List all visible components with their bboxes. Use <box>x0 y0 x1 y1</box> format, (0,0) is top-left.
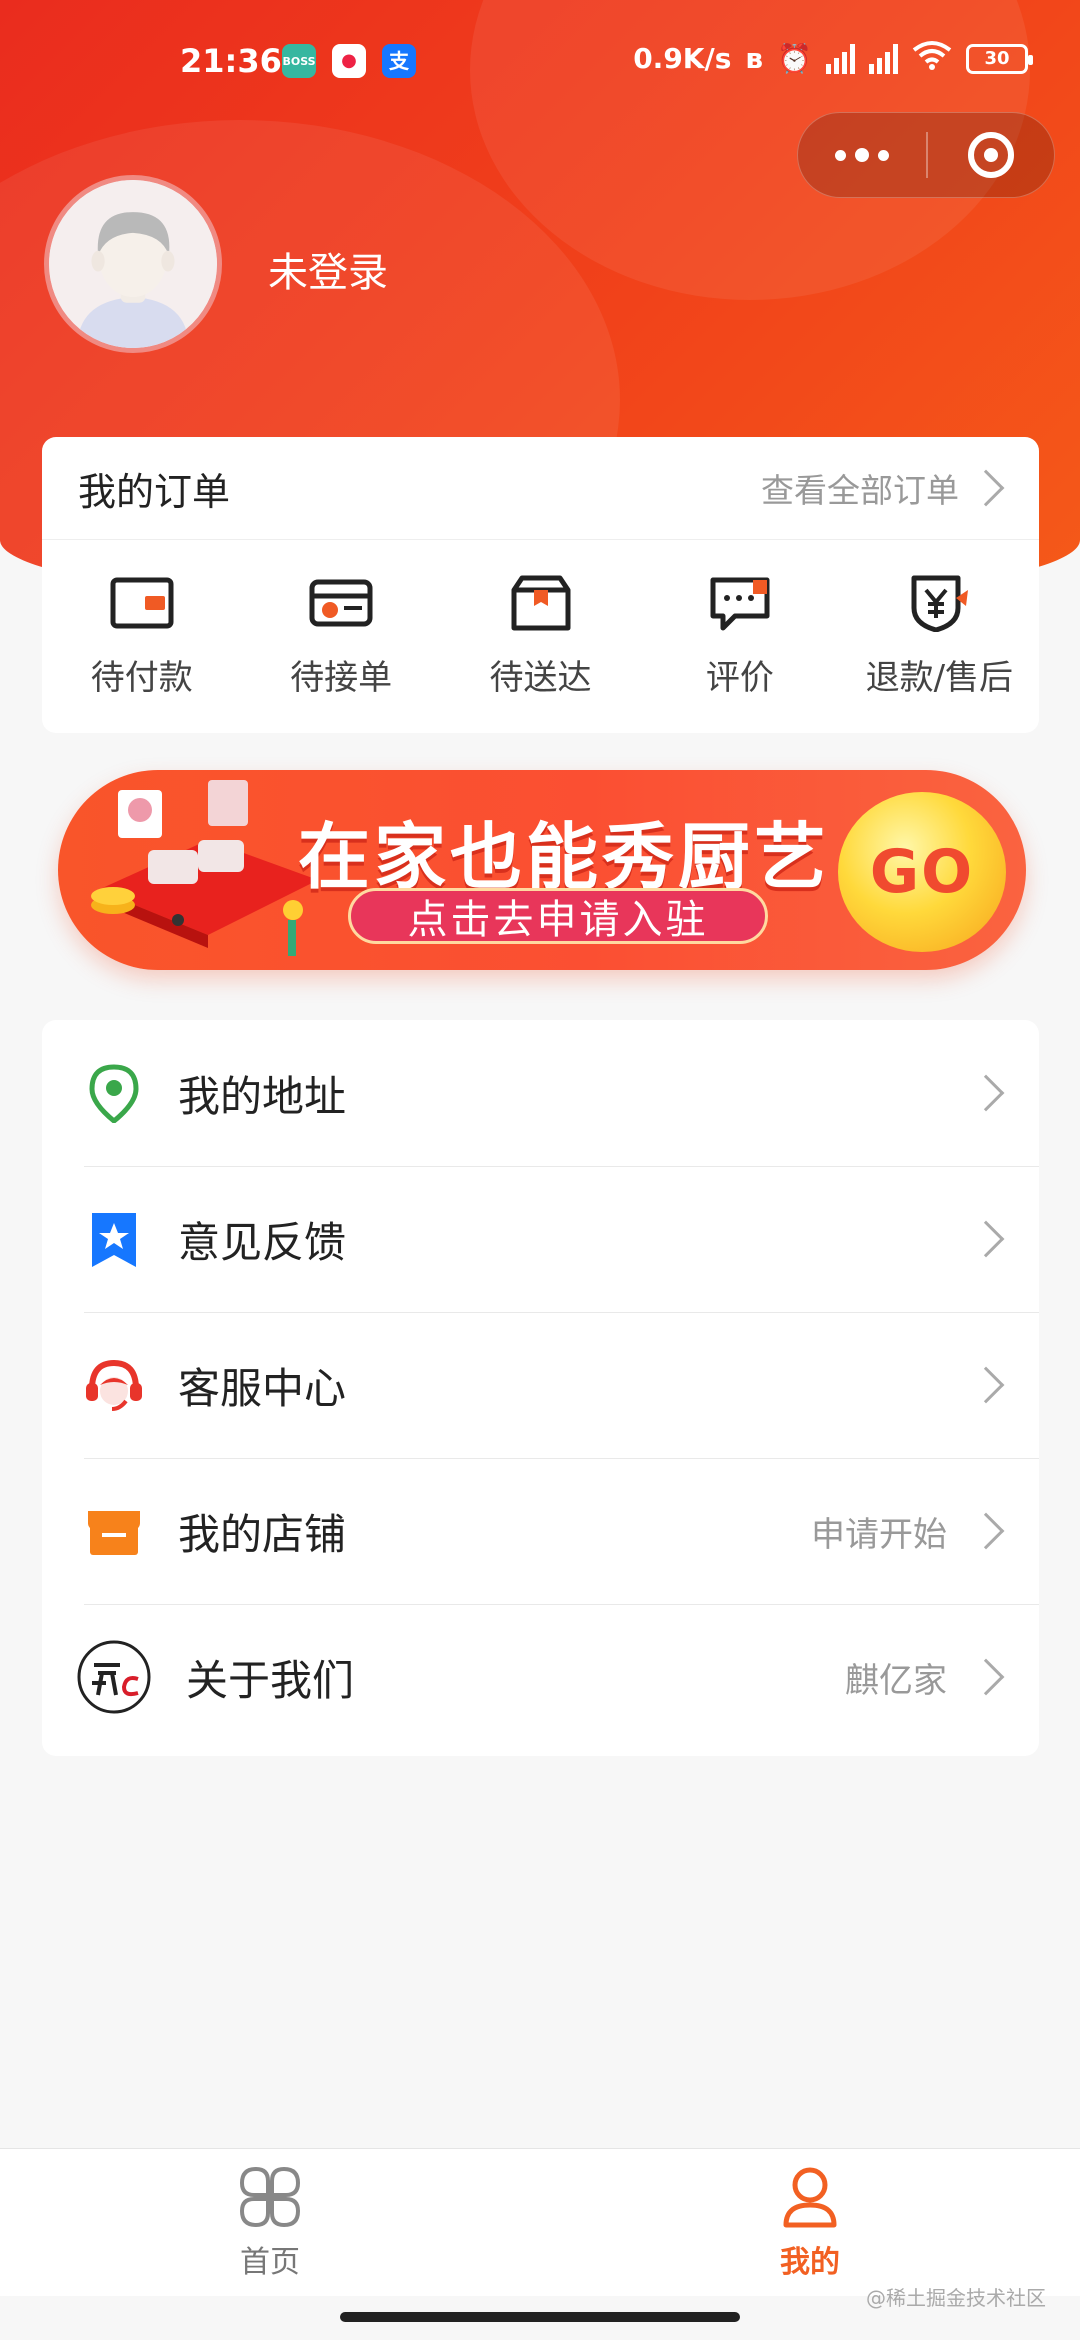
status-bar: 21:36 BOSS ● 支 0.9K/s ʙ ⏰ 30 <box>0 0 1080 120</box>
chevron-right-icon <box>967 469 1005 507</box>
bluetooth-icon: ʙ <box>745 42 764 75</box>
default-avatar-icon <box>49 180 217 348</box>
alipay-app-icon: 支 <box>382 44 416 78</box>
brain-app-icon: ● <box>332 44 366 78</box>
bottom-tab-bar: 首页 我的 <box>0 2148 1080 2296</box>
menu-item-label: 意见反馈 <box>178 1217 347 1267</box>
watermark: @稀土掘金技术社区 <box>866 2286 1046 2310</box>
order-item-label: 待送达 <box>489 658 592 698</box>
view-all-orders-link[interactable]: 查看全部订单 <box>761 464 1005 512</box>
menu-item-value: 申请开始 <box>811 1514 947 1555</box>
more-dots-icon[interactable] <box>798 113 926 197</box>
order-item-pending-delivery[interactable]: 待送达 <box>441 540 640 733</box>
tab-home[interactable]: 首页 <box>0 2149 540 2296</box>
user-profile-icon <box>783 2167 837 2227</box>
card-icon <box>309 579 373 627</box>
miniprogram-capsule <box>797 112 1055 198</box>
tab-mine-label: 我的 <box>780 2244 840 2280</box>
banner-apply-button[interactable]: 点击去申请入驻 <box>348 888 768 944</box>
location-pin-icon <box>84 1063 144 1123</box>
signal-icon <box>826 43 855 74</box>
chevron-right-icon <box>967 1220 1005 1258</box>
menu-item-customer-service[interactable]: 客服中心 <box>42 1312 1039 1458</box>
order-item-label: 退款/售后 <box>865 658 1014 698</box>
wallet-icon <box>110 577 174 629</box>
tab-home-label: 首页 <box>240 2244 300 2280</box>
chevron-right-icon <box>967 1074 1005 1112</box>
order-item-label: 评价 <box>705 658 774 698</box>
grid-home-icon <box>239 2166 301 2227</box>
order-item-label: 待接单 <box>290 658 393 698</box>
order-status-row: 待付款 待接单 待送达 评价 退款/售后 <box>42 540 1039 733</box>
orders-card: 我的订单 查看全部订单 待付款 待接单 待送达 评价 退款/售后 <box>42 437 1039 733</box>
menu-list: 我的地址 意见反馈 客服中心 我的店铺 申请开始 关于我们 麒亿家 <box>42 1020 1039 1756</box>
menu-item-my-shop[interactable]: 我的店铺 申请开始 <box>42 1458 1039 1604</box>
orders-title: 我的订单 <box>78 469 231 514</box>
boss-app-icon: BOSS <box>282 44 316 78</box>
menu-item-value: 麒亿家 <box>845 1660 947 1701</box>
chevron-right-icon <box>967 1512 1005 1550</box>
tab-mine[interactable]: 我的 <box>540 2149 1080 2296</box>
alarm-icon: ⏰ <box>777 42 812 75</box>
brand-logo-icon <box>76 1639 152 1715</box>
login-status[interactable]: 未登录 <box>268 240 388 298</box>
status-indicators: 0.9K/s ʙ ⏰ 30 <box>633 40 1033 77</box>
order-item-label: 待付款 <box>90 658 193 698</box>
menu-item-about-us[interactable]: 关于我们 麒亿家 <box>42 1604 1039 1750</box>
wifi-icon <box>912 40 952 77</box>
refund-icon <box>911 575 969 632</box>
menu-item-label: 我的店铺 <box>178 1509 347 1559</box>
target-close-icon[interactable] <box>928 113 1054 197</box>
menu-item-feedback[interactable]: 意见反馈 <box>42 1166 1039 1312</box>
signal-icon <box>869 43 898 74</box>
shop-icon <box>84 1501 144 1561</box>
order-item-pending-payment[interactable]: 待付款 <box>42 540 241 733</box>
order-item-refund[interactable]: 退款/售后 <box>840 540 1039 733</box>
promo-banner[interactable]: 在家也能秀厨艺 点击去申请入驻 GO <box>58 770 1026 970</box>
chevron-right-icon <box>967 1366 1005 1404</box>
order-item-review[interactable]: 评价 <box>640 540 839 733</box>
comment-icon <box>710 577 770 631</box>
menu-item-address[interactable]: 我的地址 <box>42 1020 1039 1166</box>
customer-service-icon <box>84 1355 144 1415</box>
avatar[interactable] <box>44 175 222 353</box>
banner-go-button[interactable]: GO <box>838 792 1006 952</box>
star-bookmark-icon <box>84 1209 144 1269</box>
battery-icon: 30 <box>966 43 1033 74</box>
orders-header: 我的订单 查看全部订单 <box>42 437 1039 540</box>
home-indicator[interactable] <box>340 2312 740 2322</box>
menu-item-label: 关于我们 <box>186 1655 355 1705</box>
package-icon <box>511 575 571 631</box>
network-speed: 0.9K/s <box>633 42 732 75</box>
view-all-orders-label: 查看全部订单 <box>761 471 959 510</box>
menu-item-label: 我的地址 <box>178 1071 347 1121</box>
status-time: 21:36 <box>180 42 282 80</box>
order-item-pending-accept[interactable]: 待接单 <box>241 540 440 733</box>
menu-item-label: 客服中心 <box>178 1363 347 1413</box>
chevron-right-icon <box>967 1658 1005 1696</box>
